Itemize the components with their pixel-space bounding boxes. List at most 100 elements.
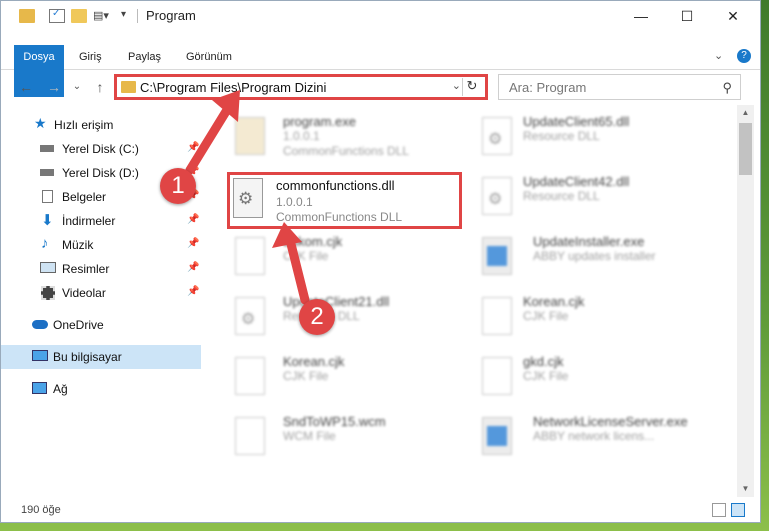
file-name: Eskom.cjk xyxy=(283,234,343,249)
network-icon xyxy=(32,382,47,394)
pin-icon[interactable]: 📌 xyxy=(187,142,199,153)
file-detail: 1.0.0.1 xyxy=(276,195,313,209)
file-name: commonfunctions.dll xyxy=(276,178,395,193)
file-detail: ABBY network licens... xyxy=(533,429,655,443)
back-arrow-icon[interactable]: ← xyxy=(17,78,35,96)
minimize-button[interactable]: — xyxy=(618,1,664,31)
sidebar-item-network[interactable]: Ağ xyxy=(1,377,201,401)
list-item[interactable]: UpdateInstaller.exe ABBY updates install… xyxy=(466,231,706,283)
file-detail: 1.0.0.1 xyxy=(283,129,320,143)
folder-icon xyxy=(19,9,35,23)
tab-home[interactable]: Giriş xyxy=(79,45,102,69)
installer-file-icon xyxy=(482,237,512,275)
navigation-bar: ← → ⌄ ↑ C:\Program Files\Program Dizini … xyxy=(1,73,760,103)
address-path[interactable]: C:\Program Files\Program Dizini xyxy=(140,80,326,95)
help-icon[interactable]: ? xyxy=(737,49,751,63)
chevron-down-icon[interactable]: ▾ xyxy=(121,9,137,23)
pin-icon[interactable]: 📌 xyxy=(187,262,199,273)
title-separator xyxy=(137,9,138,23)
list-item[interactable]: UpdateClient42.dll Resource DLL xyxy=(466,171,706,223)
file-detail: ABBY updates installer xyxy=(533,249,656,263)
expand-ribbon-icon[interactable]: ⌄ xyxy=(714,49,723,62)
file-detail: CommonFunctions DLL xyxy=(276,210,403,224)
tiles-view-icon[interactable] xyxy=(731,503,745,517)
list-item[interactable]: UpdateClient21.dll Resource DLL xyxy=(219,291,459,343)
document-icon xyxy=(42,190,53,203)
sidebar-item-downloads[interactable]: ⬇ İndirmeler 📌 xyxy=(1,209,201,233)
cjk-file-icon xyxy=(235,237,265,275)
sidebar-item-label: Belgeler xyxy=(62,190,107,204)
computer-icon xyxy=(32,350,48,361)
file-name: UpdateClient21.dll xyxy=(283,294,390,309)
maximize-button[interactable]: ☐ xyxy=(664,1,710,31)
file-name: UpdateInstaller.exe xyxy=(533,234,645,249)
scroll-down-icon[interactable]: ▼ xyxy=(737,481,754,497)
cjk-file-icon xyxy=(235,357,265,395)
list-item[interactable]: Eskom.cjk CJK File xyxy=(219,231,459,283)
close-button[interactable]: ✕ xyxy=(710,1,756,31)
pin-icon[interactable]: 📌 xyxy=(187,286,199,297)
list-item[interactable]: Korean.cjk CJK File xyxy=(219,351,459,403)
sidebar-item-label: Yerel Disk (C:) xyxy=(62,142,139,156)
properties-icon[interactable]: ✓ xyxy=(49,8,65,23)
cjk-file-icon xyxy=(482,357,512,395)
sidebar-item-disk-c[interactable]: Yerel Disk (C:) 📌 xyxy=(1,137,201,161)
list-item[interactable]: SndToWP15.wcm WCM File xyxy=(219,411,459,463)
file-detail: CJK File xyxy=(283,369,329,383)
cjk-file-icon xyxy=(482,297,512,335)
tab-share[interactable]: Paylaş xyxy=(128,45,161,69)
sidebar-item-pictures[interactable]: Resimler 📌 xyxy=(1,257,201,281)
sidebar-item-onedrive[interactable]: OneDrive xyxy=(1,313,201,337)
download-icon: ⬇ xyxy=(41,212,54,229)
chevron-down-icon[interactable]: ⌄ xyxy=(452,79,461,92)
item-count: 190 öğe xyxy=(21,504,61,516)
pin-icon[interactable]: 📌 xyxy=(187,238,199,249)
title-bar: ✓ ▤▾ ▾ Program — ☐ ✕ xyxy=(1,1,760,31)
sidebar-item-music[interactable]: ♪ Müzik 📌 xyxy=(1,233,201,257)
customize-toolbar-icon[interactable]: ▤▾ xyxy=(93,9,115,23)
ribbon-tabs: Dosya Giriş Paylaş Görünüm ⌄ ? xyxy=(1,45,760,97)
sidebar-item-label: Hızlı erişim xyxy=(54,118,114,132)
list-item[interactable]: Korean.cjk CJK File xyxy=(466,291,706,343)
scroll-up-icon[interactable]: ▲ xyxy=(737,105,754,121)
callout-badge-one: 1 xyxy=(160,168,196,204)
new-folder-icon[interactable] xyxy=(71,9,87,23)
search-input[interactable]: Ara: Program ⚲ xyxy=(498,74,741,100)
sidebar-item-label: Resimler xyxy=(62,262,110,276)
search-icon[interactable]: ⚲ xyxy=(722,80,732,96)
file-detail: CJK File xyxy=(283,249,329,263)
up-arrow-icon[interactable]: ↑ xyxy=(91,78,109,96)
file-name: SndToWP15.wcm xyxy=(283,414,386,429)
drive-icon xyxy=(40,145,54,152)
wcm-file-icon xyxy=(235,417,265,455)
cloud-icon xyxy=(32,320,48,329)
sidebar-item-label: OneDrive xyxy=(53,318,104,332)
sidebar-item-quick-access[interactable]: ★ Hızlı erişim xyxy=(1,113,201,137)
refresh-icon[interactable]: ↻ xyxy=(462,78,481,96)
drive-icon xyxy=(40,169,54,176)
scroll-thumb[interactable] xyxy=(739,123,752,175)
recent-chevron-icon[interactable]: ⌄ xyxy=(68,78,86,96)
music-icon: ♪ xyxy=(41,235,49,252)
sidebar-item-videos[interactable]: Videolar 📌 xyxy=(1,281,201,305)
details-view-icon[interactable] xyxy=(712,503,726,517)
callout-badge-two: 2 xyxy=(299,299,335,335)
pictures-icon xyxy=(40,262,56,273)
dll-file-icon xyxy=(235,297,265,335)
address-bar[interactable]: C:\Program Files\Program Dizini ⌄ ↻ xyxy=(114,74,488,100)
pin-icon[interactable]: 📌 xyxy=(187,214,199,225)
file-detail: CJK File xyxy=(523,309,569,323)
list-item[interactable]: gkd.cjk CJK File xyxy=(466,351,706,403)
file-name: UpdateClient42.dll xyxy=(523,174,630,189)
list-item[interactable]: NetworkLicenseServer.exe ABBY network li… xyxy=(466,411,706,463)
vertical-scrollbar[interactable]: ▲ ▼ xyxy=(737,105,754,497)
file-name: gkd.cjk xyxy=(523,354,564,369)
list-item[interactable]: UpdateClient65.dll Resource DLL xyxy=(466,111,706,163)
highlighted-file-item[interactable]: commonfunctions.dll 1.0.0.1 CommonFuncti… xyxy=(227,172,462,229)
forward-arrow-icon[interactable]: → xyxy=(45,78,63,96)
sidebar-item-this-pc[interactable]: Bu bilgisayar xyxy=(1,345,201,369)
list-item[interactable]: program.exe 1.0.0.1 CommonFunctions DLL xyxy=(219,111,459,163)
folder-icon xyxy=(121,81,136,93)
navigation-pane: ★ Hızlı erişim Yerel Disk (C:) 📌 Yerel D… xyxy=(1,109,206,494)
tab-view[interactable]: Görünüm xyxy=(186,45,232,69)
